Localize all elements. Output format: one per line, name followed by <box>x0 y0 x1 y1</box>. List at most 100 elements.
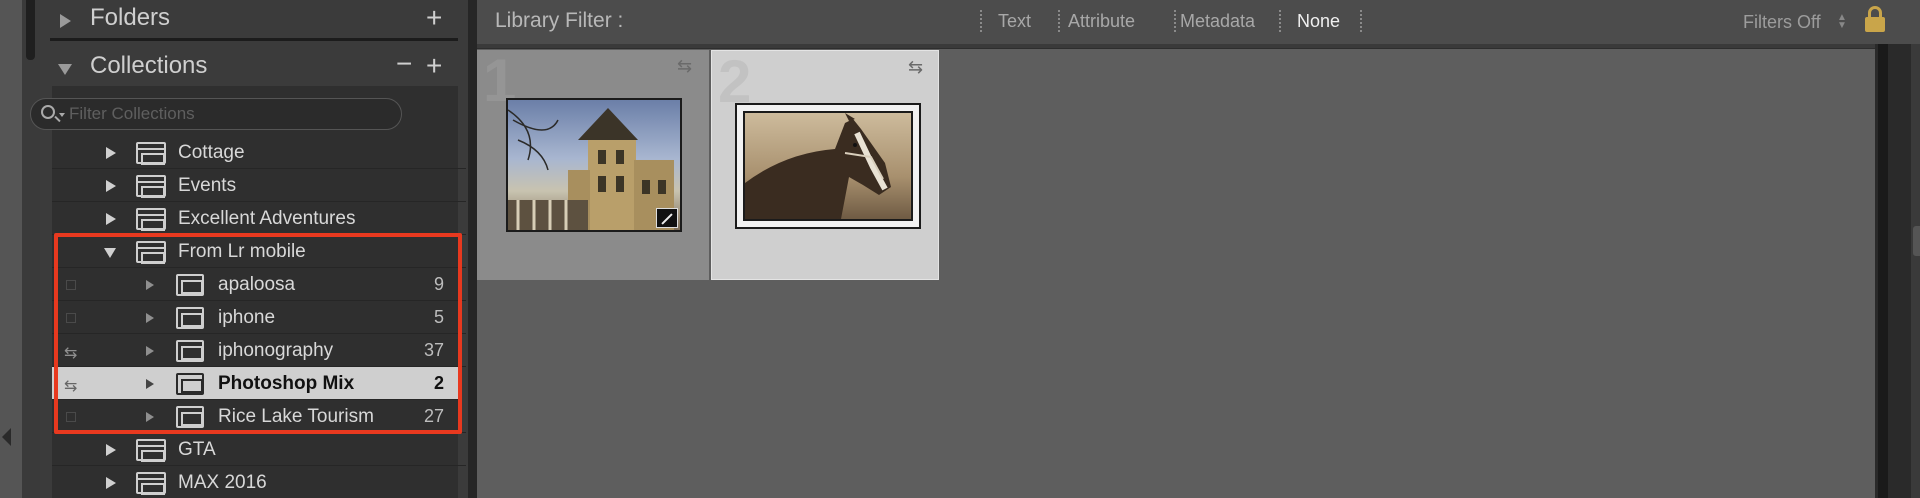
filter-collections-box[interactable] <box>30 98 402 130</box>
left-panel-edge[interactable] <box>0 0 22 498</box>
left-panel-scrollbar[interactable] <box>22 0 40 498</box>
collection-set-label: From Lr mobile <box>178 241 306 262</box>
collection-label: Photoshop Mix <box>218 373 355 394</box>
scrollbar-thumb[interactable] <box>26 0 35 60</box>
lock-icon[interactable] <box>1865 6 1885 32</box>
collection-set-row[interactable]: From Lr mobile <box>52 235 466 268</box>
filter-preset-dropdown[interactable]: Filters Off <box>1743 12 1821 33</box>
collections-title: Collections <box>90 52 208 79</box>
horse-photo-thumbnail[interactable] <box>735 103 921 229</box>
expand-triangle-icon[interactable] <box>106 180 116 192</box>
collection-set-label: GTA <box>178 439 216 460</box>
dropdown-arrows-icon[interactable]: ▲ ▼ <box>1837 13 1847 31</box>
collection-label: Rice Lake Tourism <box>218 406 374 427</box>
library-grid: 1 ⇆ 2 ⇆ <box>477 47 1875 498</box>
target-checkbox[interactable] <box>66 412 76 422</box>
expand-triangle-icon[interactable] <box>106 147 116 159</box>
add-collection-button[interactable]: + <box>426 52 442 80</box>
horse-photo <box>743 111 913 221</box>
collection-set-icon <box>136 241 166 264</box>
collection-set-row[interactable]: Events <box>52 169 466 202</box>
sync-arrows-icon: ⇆ <box>908 57 924 77</box>
filter-option-text[interactable]: Text <box>998 11 1031 32</box>
collection-set-row[interactable]: Excellent Adventures <box>52 202 466 235</box>
right-panel-collapsed[interactable] <box>1911 44 1920 498</box>
filter-option-none[interactable]: None <box>1297 11 1340 32</box>
collection-row[interactable]: ⇆ iphonography 37 <box>52 334 466 367</box>
collection-set-row[interactable]: MAX 2016 <box>52 466 466 498</box>
folders-panel-header[interactable]: Folders + <box>50 0 458 40</box>
edited-badge-icon[interactable] <box>656 208 678 228</box>
collections-collapse-icon[interactable] <box>58 64 72 75</box>
collection-icon <box>176 274 204 296</box>
collection-set-row[interactable]: GTA <box>52 433 466 466</box>
collection-set-icon <box>136 208 166 231</box>
collection-icon <box>176 373 204 395</box>
collection-set-icon <box>136 142 166 165</box>
filter-separator <box>1174 10 1176 32</box>
collection-icon <box>176 307 204 329</box>
collapse-triangle-icon[interactable] <box>104 248 116 258</box>
filter-option-attribute[interactable]: Attribute <box>1068 11 1135 32</box>
collection-label: apaloosa <box>218 274 296 295</box>
collection-set-label: Cottage <box>178 142 245 163</box>
grid-cell[interactable]: 1 ⇆ <box>477 47 709 280</box>
folders-title: Folders <box>90 4 171 31</box>
filter-separator <box>980 10 982 32</box>
collection-row-selected[interactable]: ⇆ Photoshop Mix 2 <box>52 367 458 400</box>
filter-separator <box>1279 10 1281 32</box>
add-folder-button[interactable]: + <box>426 4 442 32</box>
panel-divider[interactable] <box>468 0 477 498</box>
expand-triangle-icon[interactable] <box>106 213 116 225</box>
expand-triangle-icon[interactable] <box>106 444 116 456</box>
collection-icon <box>176 406 204 428</box>
filter-separator <box>1360 10 1362 32</box>
collection-set-icon <box>136 175 166 198</box>
collection-count: 27 <box>423 406 444 426</box>
collection-row[interactable]: Rice Lake Tourism 27 <box>52 400 466 433</box>
sync-arrows-icon: ⇆ <box>64 378 78 395</box>
collection-row[interactable]: apaloosa 9 <box>52 268 466 301</box>
collection-disclosure-icon[interactable] <box>146 313 154 323</box>
collection-disclosure-icon[interactable] <box>146 379 154 389</box>
remove-collection-button[interactable]: − <box>396 50 412 78</box>
filter-separator <box>1058 10 1060 32</box>
collections-panel-header[interactable]: Collections − + <box>50 48 458 88</box>
target-checkbox[interactable] <box>66 313 76 323</box>
collection-disclosure-icon[interactable] <box>146 280 154 290</box>
sync-arrows-icon: ⇆ <box>64 345 78 362</box>
target-checkbox[interactable] <box>66 280 76 290</box>
collapse-left-panel-icon[interactable] <box>2 428 11 446</box>
collection-disclosure-icon[interactable] <box>146 346 154 356</box>
expand-triangle-icon[interactable] <box>106 477 116 489</box>
collection-set-row[interactable]: Cottage <box>52 136 466 169</box>
right-panel-edge <box>1875 44 1920 498</box>
collection-count: 9 <box>433 274 444 294</box>
filter-bar-separator <box>477 44 1920 49</box>
grid-cell-selected[interactable]: 2 ⇆ <box>711 48 939 280</box>
collection-disclosure-icon[interactable] <box>146 412 154 422</box>
collection-set-icon <box>136 439 166 462</box>
collection-set-icon <box>136 472 166 495</box>
search-icon[interactable] <box>41 105 55 119</box>
right-panel-handle[interactable] <box>1913 226 1920 256</box>
collection-icon <box>176 340 204 362</box>
grid-scrollbar[interactable] <box>1878 44 1888 498</box>
collection-set-label: Excellent Adventures <box>178 208 356 229</box>
folders-expand-icon[interactable] <box>60 14 71 28</box>
collection-label: iphonography <box>218 340 334 361</box>
collection-count: 37 <box>423 340 444 360</box>
sync-arrows-icon: ⇆ <box>677 56 693 76</box>
panel-separator <box>50 38 458 41</box>
library-filter-title: Library Filter : <box>495 9 624 32</box>
collection-label: iphone <box>218 307 276 328</box>
filter-collections-input[interactable] <box>69 103 389 125</box>
collection-count: 5 <box>433 307 444 327</box>
library-filter-bar: Library Filter : Text Attribute Metadata… <box>477 0 1920 44</box>
collection-row[interactable]: iphone 5 <box>52 301 466 334</box>
building-photo-thumbnail[interactable] <box>506 98 682 232</box>
collection-set-label: Events <box>178 175 237 196</box>
search-options-caret-icon[interactable] <box>59 113 65 117</box>
filter-option-metadata[interactable]: Metadata <box>1180 11 1255 32</box>
building-photo <box>508 108 674 230</box>
